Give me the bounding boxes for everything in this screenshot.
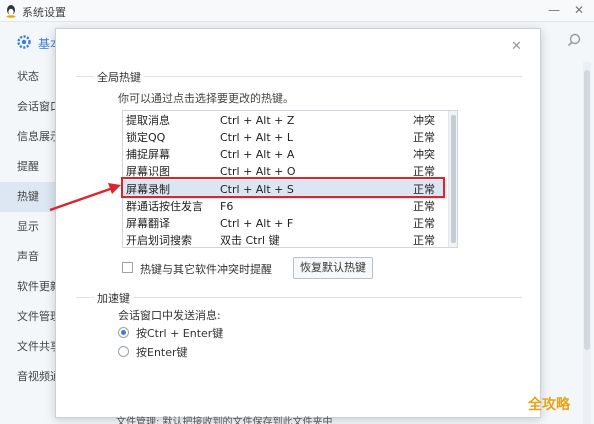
hotkey-dialog: ✕ 全局热键 你可以通过点击选择要更改的热键。 提取消息 Ctrl + Alt … [55, 28, 541, 424]
sidebar-item-sound[interactable]: 声音 [0, 242, 60, 272]
radio-enter[interactable] [118, 346, 129, 357]
hotkey-status: 正常 [413, 234, 435, 247]
sidebar-item-reminder[interactable]: 提醒 [0, 152, 60, 182]
radio-ctrl-enter[interactable] [118, 327, 129, 338]
qq-penguin-icon [6, 5, 16, 18]
sidebar-item-hotkeys[interactable]: 热键 [0, 182, 60, 212]
hotkey-table-scrollbar[interactable] [448, 111, 457, 247]
title-bar: 系统设置 — ✕ [0, 0, 594, 22]
highlight-box [121, 177, 445, 198]
search-icon[interactable] [566, 32, 582, 48]
hotkey-key: 双击 Ctrl 键 [220, 234, 280, 247]
hotkey-row[interactable]: 开启划词搜索 双击 Ctrl 键 正常 [123, 231, 447, 247]
hotkey-table-scrollbar-thumb[interactable] [451, 115, 456, 243]
close-window-icon[interactable]: ✕ [574, 3, 584, 17]
sidebar-item-session-window[interactable]: 会话窗口 [0, 92, 60, 122]
window-title: 系统设置 [22, 6, 66, 19]
conflict-reminder-label: 热键与其它软件冲突时提醒 [140, 263, 272, 276]
minimize-icon[interactable]: — [548, 3, 560, 17]
watermark: 全攻略 [528, 397, 570, 413]
accelerator-group-title: 加速键 [94, 290, 133, 306]
file-management-partial-text: 文件管理: 默认把接收到的文件保存到此文件夹中 [116, 417, 333, 424]
conflict-reminder-checkbox[interactable] [122, 262, 133, 273]
sidebar-item-av-call[interactable]: 音视频通话 [0, 362, 60, 392]
sidebar-item-file-sharing[interactable]: 文件共享 [0, 332, 60, 362]
sidebar: 状态 会话窗口 信息展示 提醒 热键 显示 声音 软件更新 文件管理 文件共享 … [0, 62, 60, 424]
gear-icon [17, 35, 31, 49]
send-message-label: 会话窗口中发送消息: [118, 309, 221, 322]
hotkey-name: 开启划词搜索 [126, 234, 192, 247]
dialog-close-icon[interactable]: ✕ [511, 39, 522, 54]
sidebar-item-info-display[interactable]: 信息展示 [0, 122, 60, 152]
sidebar-item-file-management[interactable]: 文件管理 [0, 302, 60, 332]
sidebar-item-status[interactable]: 状态 [0, 62, 60, 92]
restore-default-hotkeys-button[interactable]: 恢复默认热键 [293, 257, 373, 279]
hotkey-hint: 你可以通过点击选择要更改的热键。 [118, 92, 294, 105]
global-hotkey-group-title: 全局热键 [94, 69, 144, 85]
radio-enter-label: 按Enter键 [136, 346, 188, 359]
window-scrollbar[interactable] [583, 62, 591, 424]
sidebar-item-display[interactable]: 显示 [0, 212, 60, 242]
sidebar-item-software-update[interactable]: 软件更新 [0, 272, 60, 302]
radio-ctrl-enter-label: 按Ctrl + Enter键 [136, 327, 224, 340]
accel-group-divider [76, 297, 522, 298]
window-scrollbar-thumb[interactable] [584, 70, 590, 350]
